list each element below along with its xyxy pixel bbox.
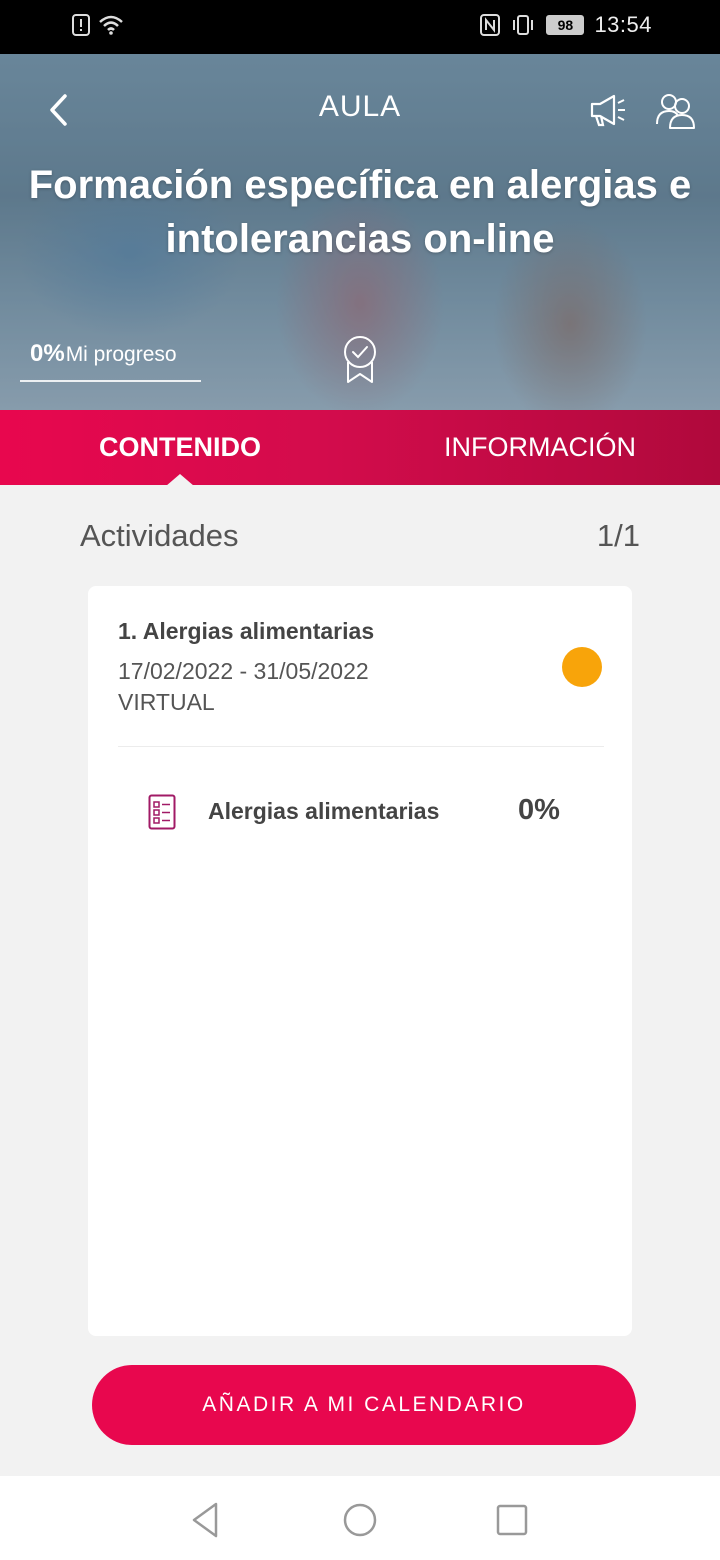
tab-contenido[interactable]: CONTENIDO — [0, 410, 360, 486]
resource-label: Alergias alimentarias — [208, 798, 440, 824]
divider — [118, 746, 604, 747]
nav-home-button[interactable] — [340, 1500, 380, 1540]
certificate-badge[interactable] — [340, 334, 380, 386]
triangle-back-icon — [192, 1502, 218, 1538]
status-left-icons — [72, 14, 124, 36]
nav-recents-button[interactable] — [492, 1500, 532, 1540]
users-icon — [656, 94, 695, 129]
activity-status-dot — [562, 647, 602, 687]
nav-back-button[interactable] — [186, 1500, 226, 1540]
clock: 13:54 — [594, 12, 652, 37]
vibrate-icon — [513, 15, 534, 35]
alert-sim-icon — [72, 14, 90, 36]
system-nav-bar — [0, 1476, 720, 1560]
progress-label: Mi progreso — [65, 343, 177, 366]
wifi-icon — [99, 15, 123, 35]
progress-percentage: 0% — [30, 340, 65, 367]
course-header: AULA Formación específica en alergias e … — [0, 54, 720, 410]
announcements-button[interactable] — [586, 90, 630, 130]
progress-summary: 0% Mi progreso — [20, 336, 201, 382]
activities-count: 1/1 — [596, 518, 640, 553]
checklist-icon — [148, 794, 176, 830]
participants-button[interactable] — [654, 88, 698, 132]
circle-home-icon — [343, 1503, 377, 1537]
tab-bar: CONTENIDO INFORMACIÓN — [0, 410, 720, 486]
activities-heading: Actividades — [80, 518, 239, 553]
activity-card: 1. Alergias alimentarias 17/02/2022 - 31… — [88, 586, 632, 1336]
resource-progress: 0% — [518, 794, 560, 826]
activity-title[interactable]: 1. Alergias alimentarias — [118, 618, 374, 645]
nfc-icon — [480, 14, 501, 36]
activity-dates: 17/02/2022 - 31/05/2022 — [118, 658, 369, 684]
battery-indicator: 98 — [546, 15, 585, 35]
square-recents-icon — [496, 1504, 528, 1536]
add-to-calendar-button[interactable]: AÑADIR A MI CALENDARIO — [92, 1365, 636, 1445]
activities-header: Actividades 1/1 — [80, 518, 640, 554]
tab-informacion[interactable]: INFORMACIÓN — [360, 410, 720, 485]
megaphone-icon — [590, 94, 625, 127]
resource-item[interactable]: Alergias alimentarias 0% — [118, 782, 604, 842]
status-bar: 98 13:54 — [0, 0, 720, 54]
activity-mode: VIRTUAL — [118, 689, 215, 715]
status-right-icons: 98 13:54 — [480, 12, 652, 38]
course-title: Formación específica en alergias e intol… — [28, 163, 692, 261]
certificate-badge-icon — [344, 336, 376, 383]
